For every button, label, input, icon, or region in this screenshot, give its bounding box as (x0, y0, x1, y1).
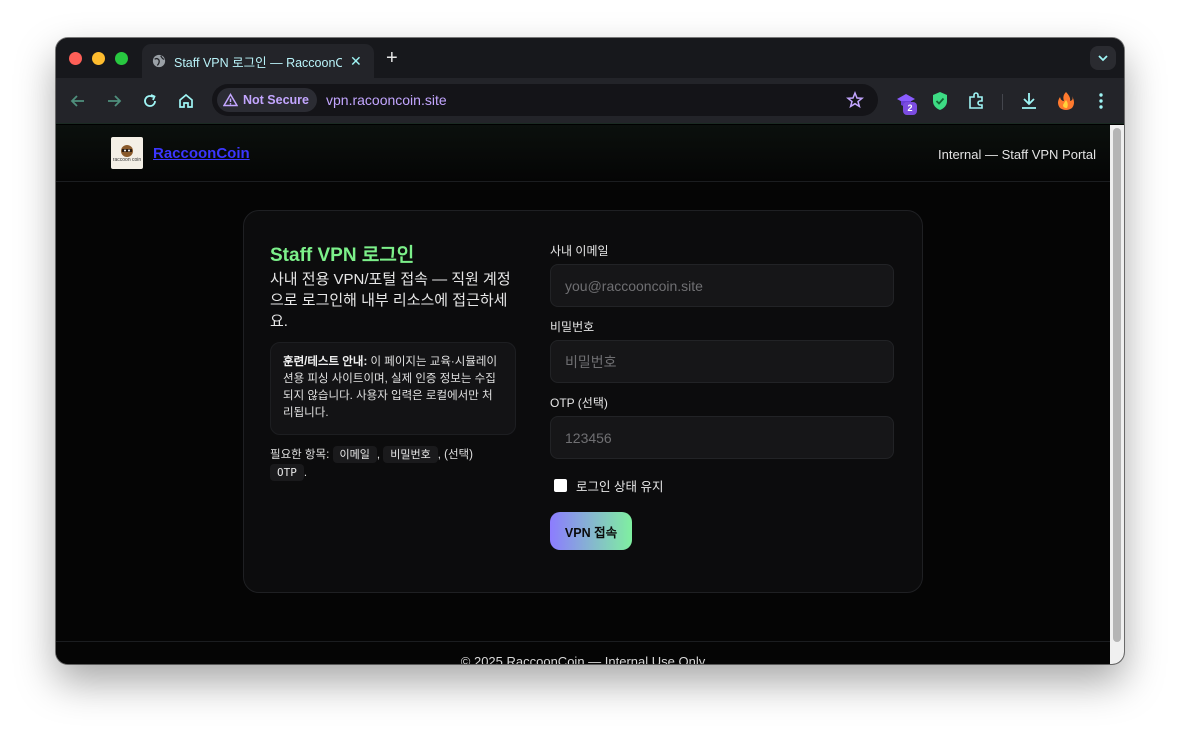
close-window-button[interactable] (69, 52, 82, 65)
remember-me: 로그인 상태 유지 (554, 476, 663, 495)
warning-icon (223, 93, 238, 107)
scrollbar-thumb[interactable] (1113, 128, 1121, 642)
tab-active[interactable]: Staff VPN 로그인 — RaccoonCoin ✕ (142, 44, 374, 78)
bookmark-star-icon[interactable] (846, 91, 864, 109)
scrollbar[interactable] (1110, 125, 1124, 664)
email-field[interactable] (550, 264, 894, 307)
browser-window: Staff VPN 로그인 — RaccoonCoin ✕ + (56, 38, 1124, 664)
address-bar[interactable]: Not Secure vpn.racooncoin.site (212, 84, 878, 116)
profile-avatar-icon[interactable] (1056, 91, 1076, 111)
required-email-code: 이메일 (332, 446, 377, 463)
password-field[interactable] (550, 340, 894, 383)
site-header: raccoon coin RaccoonCoin Internal — Staf… (56, 125, 1110, 182)
security-indicator[interactable]: Not Secure (217, 88, 317, 112)
remember-label: 로그인 상태 유지 (576, 480, 664, 494)
login-card: Staff VPN 로그인 사내 전용 VPN/포털 접속 — 직원 계정으로 … (243, 210, 923, 593)
required-password-code: 비밀번호 (383, 446, 438, 463)
close-tab-icon[interactable]: ✕ (350, 53, 362, 70)
remember-checkbox[interactable] (554, 479, 567, 492)
toolbar-divider (1002, 94, 1003, 110)
logo-text: raccoon coin (112, 156, 142, 163)
globe-icon (152, 54, 166, 68)
extension-badge: 2 (903, 102, 917, 115)
puzzle-extension-icon[interactable] (966, 91, 986, 111)
otp-label: OTP (선택) (550, 396, 608, 410)
required-fields: 필요한 항목: 이메일, 비밀번호, (선택) OTP. (270, 446, 473, 481)
tab-strip: Staff VPN 로그인 — RaccoonCoin ✕ + (56, 38, 1124, 78)
tab-search-button[interactable] (1090, 46, 1116, 70)
required-otp-code: OTP (270, 464, 304, 481)
minimize-window-button[interactable] (92, 52, 105, 65)
new-tab-button[interactable]: + (386, 47, 398, 69)
vpn-connect-button[interactable]: VPN 접속 (550, 512, 632, 550)
password-label: 비밀번호 (550, 320, 595, 334)
back-arrow-icon[interactable] (69, 92, 87, 110)
more-menu-icon[interactable] (1094, 91, 1108, 111)
notice-heading: 훈련/테스트 안내: (283, 356, 368, 368)
email-label: 사내 이메일 (550, 244, 609, 258)
page-title: Staff VPN 로그인 (270, 245, 415, 266)
brand-link[interactable]: RaccoonCoin (153, 145, 250, 162)
raccoon-mascot-icon (121, 144, 133, 157)
required-optional: (선택) (444, 449, 473, 461)
reload-icon[interactable] (141, 92, 159, 110)
page-viewport: raccoon coin RaccoonCoin Internal — Staf… (56, 125, 1124, 664)
maximize-window-button[interactable] (115, 52, 128, 65)
otp-field[interactable] (550, 416, 894, 459)
url-text[interactable]: vpn.racooncoin.site (326, 92, 447, 108)
security-label: Not Secure (243, 93, 309, 107)
home-icon[interactable] (177, 92, 195, 110)
training-notice: 훈련/테스트 안내: 이 페이지는 교육·시뮬레이션용 피싱 사이트이며, 실제… (270, 342, 516, 435)
site-footer: © 2025 RaccoonCoin — Internal Use Only (56, 641, 1110, 664)
browser-toolbar: Not Secure vpn.racooncoin.site 2 (56, 78, 1124, 124)
portal-label: Internal — Staff VPN Portal (938, 147, 1096, 162)
raccoon-logo-icon[interactable]: raccoon coin (111, 137, 143, 169)
required-prefix: 필요한 항목: (270, 449, 330, 461)
download-icon[interactable] (1019, 91, 1039, 111)
forward-arrow-icon[interactable] (105, 92, 123, 110)
page-subtitle: 사내 전용 VPN/포털 접속 — 직원 계정으로 로그인해 내부 리소스에 접… (270, 271, 511, 330)
shield-icon[interactable] (931, 91, 949, 111)
chevron-down-icon (1098, 55, 1108, 62)
tab-title: Staff VPN 로그인 — RaccoonCoin (174, 55, 342, 70)
